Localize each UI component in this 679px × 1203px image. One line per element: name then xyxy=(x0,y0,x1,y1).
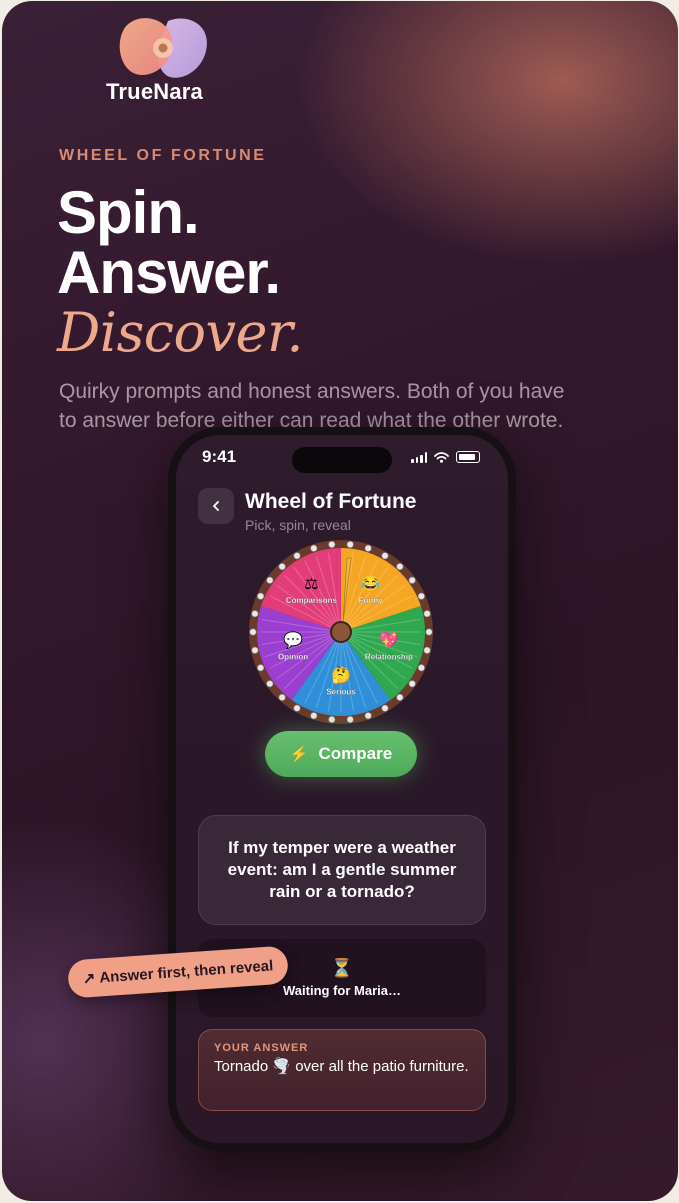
compare-button[interactable]: ⚡ Compare xyxy=(265,731,417,777)
wheel-label-serious: Serious xyxy=(326,687,356,696)
wheel-stud xyxy=(251,610,259,618)
sticker-text: Answer first, then reveal xyxy=(98,956,274,986)
wheel-stud xyxy=(257,664,265,672)
lightning-icon: ⚡ xyxy=(289,746,309,763)
wheel-stud xyxy=(251,646,259,654)
wheel-label-funny: Funny xyxy=(359,596,384,605)
wheel-emoji-comparisons: ⚖ xyxy=(304,576,318,593)
screen-subtitle: Pick, spin, reveal xyxy=(245,517,351,533)
wheel-stud xyxy=(310,544,318,552)
wheel-stud xyxy=(249,628,257,636)
dynamic-island xyxy=(292,447,392,473)
headline-line-2: Answer. xyxy=(57,239,281,306)
wheel-emoji-serious: 🤔 xyxy=(331,666,351,684)
back-button[interactable] xyxy=(198,488,234,524)
wheel-stud xyxy=(328,540,336,548)
wheel-stud xyxy=(396,693,404,701)
question-card: If my temper were a weather event: am I … xyxy=(198,815,486,925)
wheel-stud xyxy=(364,712,372,720)
wheel-stud xyxy=(328,716,336,724)
wheel-stud xyxy=(266,576,274,584)
wheel-stud xyxy=(278,693,286,701)
fortune-wheel[interactable]: 😂 Funny 💖 Relationship 🤔 Serious 💬 Opinion ⚖ Comp… xyxy=(248,539,434,725)
your-answer-label: YOUR ANSWER xyxy=(214,1042,309,1054)
promo-card: TrueNara WHEEL OF FORTUNE Spin. Answer. … xyxy=(2,1,678,1201)
wheel-stud xyxy=(408,680,416,688)
screen-title: Wheel of Fortune xyxy=(245,490,417,513)
wheel-emoji-funny: 😂 xyxy=(361,575,381,593)
wifi-icon xyxy=(434,451,449,463)
phone-screen: 9:41 Wheel of Fortune Pick, spin, reveal… xyxy=(176,435,508,1143)
signal-icon xyxy=(411,451,427,463)
brand-name: TrueNara xyxy=(106,79,203,104)
battery-icon xyxy=(456,451,480,463)
wheel-stud xyxy=(408,576,416,584)
waiting-text: Waiting for Maria… xyxy=(283,983,401,998)
hourglass-icon: ⏳ xyxy=(330,958,354,978)
wheel-stud xyxy=(396,563,404,571)
wheel-stud xyxy=(257,592,265,600)
wheel-stud xyxy=(423,610,431,618)
wheel-stud xyxy=(381,704,389,712)
wheel-stud xyxy=(346,540,354,548)
chevron-left-icon xyxy=(213,501,219,511)
wheel-stud xyxy=(310,712,318,720)
compare-label: Compare xyxy=(318,744,393,763)
phone-mockup: 9:41 Wheel of Fortune Pick, spin, reveal… xyxy=(168,427,516,1151)
wheel-stud xyxy=(381,552,389,560)
wheel-label-comparisons: Comparisons xyxy=(286,596,338,605)
status-icons xyxy=(411,451,480,463)
wheel-stud xyxy=(425,628,433,636)
wheel-stud xyxy=(278,563,286,571)
wheel-stud xyxy=(364,544,372,552)
your-answer-text: Tornado 🌪️ over all the patio furniture. xyxy=(214,1058,469,1075)
your-answer-card: YOUR ANSWER Tornado 🌪️ over all the pati… xyxy=(198,1029,486,1111)
wheel-emoji-opinion: 💬 xyxy=(283,631,303,650)
wheel-stud xyxy=(417,664,425,672)
wheel-emoji-relationship: 💖 xyxy=(379,631,399,650)
truenara-logo xyxy=(119,18,207,78)
status-time: 9:41 xyxy=(202,447,237,466)
wheel-stud xyxy=(423,646,431,654)
wheel-label-relationship: Relationship xyxy=(365,653,413,662)
headline-line-1: Spin. xyxy=(57,179,200,246)
wheel-stud xyxy=(266,680,274,688)
wheel-stud xyxy=(293,704,301,712)
question-text: If my temper were a weather event: am I … xyxy=(227,838,457,901)
wheel-label-opinion: Opinion xyxy=(278,653,308,662)
wheel-stud xyxy=(346,716,354,724)
arrow-icon: ↗ xyxy=(82,969,97,988)
headline-line-3: Discover. xyxy=(57,301,304,364)
wheel-stud xyxy=(417,592,425,600)
eyebrow-label: WHEEL OF FORTUNE xyxy=(59,147,267,164)
wheel-hub xyxy=(330,621,352,643)
wheel-stud xyxy=(293,552,301,560)
